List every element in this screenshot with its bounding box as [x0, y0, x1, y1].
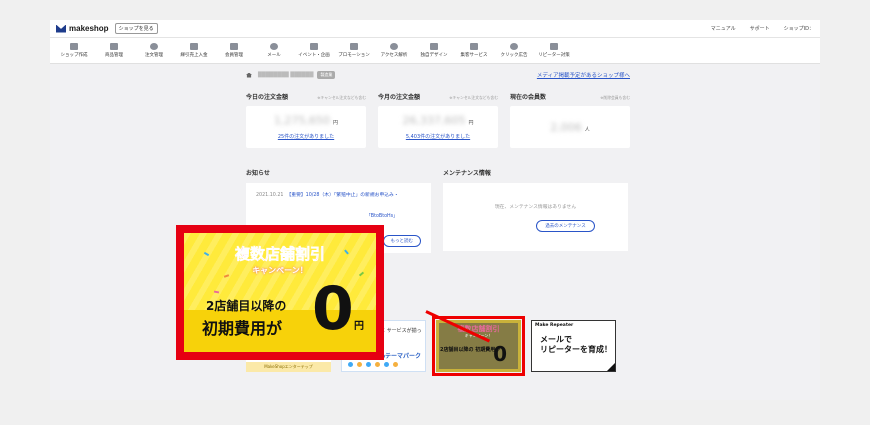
nav-promotion[interactable]: プロモーション: [334, 43, 374, 58]
nav-products[interactable]: 商品管理: [94, 43, 134, 58]
past-maintenance-button[interactable]: 過去のメンテナンス: [536, 219, 595, 232]
stat-value: 2,006: [550, 120, 582, 134]
calendar-icon: [310, 43, 318, 50]
stat-value: 26,337,605: [402, 114, 466, 127]
makeshop-logo-icon: [56, 24, 66, 33]
view-shop-button[interactable]: ショップを見る: [114, 23, 158, 34]
brand-logo[interactable]: makeshop: [56, 24, 109, 33]
nav-shop-create[interactable]: ショップ作成: [54, 43, 94, 58]
nav-members[interactable]: 会員管理: [214, 43, 254, 58]
service-icons: [348, 362, 398, 367]
chart-icon: [390, 43, 398, 50]
nav-repeater[interactable]: リピーター対策: [534, 43, 574, 58]
banner-multi-store-campaign[interactable]: 複数店舗割引 キャンペーン！ 2店舗目以降の 初期費用が 0: [432, 316, 525, 376]
maintenance-message: 現在、メンテナンス情報はありません: [494, 204, 577, 210]
order-count-link[interactable]: 5,403件の注文がありました: [406, 133, 470, 140]
news-item-2[interactable]: 「BtoBtoHs」: [366, 212, 421, 219]
nav-sales[interactable]: 繰引売上入金: [174, 43, 214, 58]
users-icon: [230, 43, 238, 50]
campaign-zero: 0: [312, 274, 354, 344]
clipboard-icon: [150, 43, 158, 50]
nav-orders[interactable]: 注文管理: [134, 43, 174, 58]
industry-badge: 製造業: [317, 71, 336, 79]
campaign-title: 複数店舗割引: [234, 245, 326, 264]
news-item[interactable]: 2021.10.21 【重要】10/28（木）「繁殖中止」の新規お申込み・: [256, 191, 421, 198]
stat-month-orders: 今月の注文金額 ※キャンセル注文なども含む 26,337,605 円 5,403件の…: [378, 92, 498, 148]
banner-make-repeater[interactable]: Make Repeater メールで リピーターを育成！: [531, 320, 616, 372]
top-links: マニュアル サポート ショップID：: [711, 25, 814, 32]
stat-today-orders: 今日の注文金額 ※キャンセル注文なども含む 1,275,650 円 25件の注文があ…: [246, 92, 366, 148]
media-notice-link[interactable]: メディア掲載予定があるショップ様へ: [537, 71, 630, 79]
nav-mail[interactable]: メール: [254, 43, 294, 58]
maintenance-title: メンテナンス情報: [443, 170, 491, 177]
folder-icon: [190, 43, 198, 50]
palette-icon: [430, 43, 438, 50]
store-icon: [70, 43, 78, 50]
mouse-icon: [510, 43, 518, 50]
repeat-icon: [550, 43, 558, 50]
nav-events[interactable]: イベント・企画: [294, 43, 334, 58]
read-more-button[interactable]: もっと読む: [382, 235, 421, 247]
corner-ribbon-icon: [607, 363, 615, 371]
mail-icon: [270, 43, 278, 50]
main-nav: ショップ作成 商品管理 注文管理 繰引売上入金 会員管理 メール イベント・企画…: [50, 38, 820, 64]
campaign-yen: 円: [354, 321, 364, 332]
nav-analytics[interactable]: アクセス解析: [374, 43, 414, 58]
make-repeater-logo: Make Repeater: [535, 323, 574, 328]
speaker-icon: [350, 43, 358, 50]
maintenance-panel: メンテナンス情報 現在、メンテナンス情報はありません 過去のメンテナンス: [443, 168, 628, 253]
nav-click-ads[interactable]: クリック広告: [494, 43, 534, 58]
campaign-line-1: 2店舗目以降の: [206, 299, 287, 313]
stat-value: 1,275,650: [274, 114, 330, 127]
box-icon: [110, 43, 118, 50]
globe-icon: [470, 43, 478, 50]
order-count-link[interactable]: 25件の注文がありました: [278, 133, 334, 140]
manual-link[interactable]: マニュアル: [711, 25, 736, 32]
stats-row: 今日の注文金額 ※キャンセル注文なども含む 1,275,650 円 25件の注文があ…: [246, 92, 630, 148]
shop-id-menu[interactable]: ショップID：: [784, 25, 814, 32]
brand-name: makeshop: [69, 24, 109, 33]
support-link[interactable]: サポート: [750, 25, 770, 32]
admin-window: makeshop ショップを見る マニュアル サポート ショップID： ショップ…: [50, 20, 820, 400]
breadcrumb: ████████ ██████ 製造業 メディア掲載予定があるショップ様へ: [246, 68, 630, 82]
top-bar: makeshop ショップを見る マニュアル サポート ショップID：: [50, 20, 820, 38]
shop-url-blurred: ████████ ██████: [258, 72, 314, 78]
nav-design[interactable]: 独自デザイン: [414, 43, 454, 58]
campaign-line-2: 初期費用が: [202, 319, 283, 338]
stat-members: 現在の会員数 ※削除会員も含む 2,006 人: [510, 92, 630, 148]
home-icon[interactable]: [246, 72, 252, 78]
nav-marketing[interactable]: 集客サービス: [454, 43, 494, 58]
campaign-callout: 複数店舗割引 キャンペーン！ 2店舗目以降の 初期費用が 0 円: [176, 225, 384, 360]
news-title: お知らせ: [246, 170, 270, 177]
